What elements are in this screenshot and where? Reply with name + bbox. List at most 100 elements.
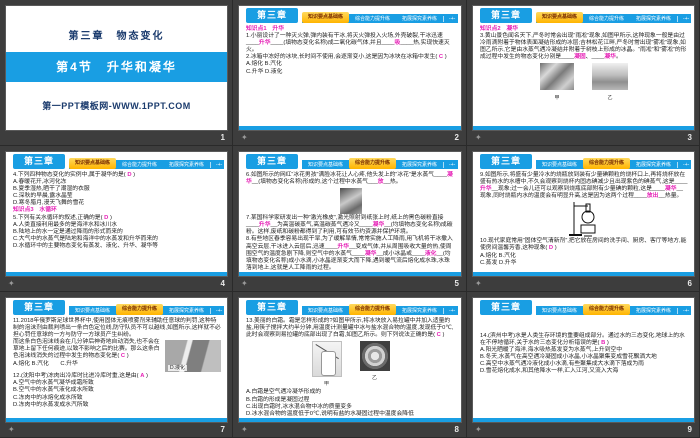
chapter-badge: 第三章 <box>246 154 298 169</box>
cover-chapter-title: 第三章 物态变化 <box>68 31 165 42</box>
tab-ability-practice: 综合能力提升练 <box>349 158 397 169</box>
slide-header: 第三章 知识要点基础练 综合能力提升练 拓展探究素养练 -+- <box>6 152 227 170</box>
slide-thumbnail-5[interactable]: 第三章 知识要点基础练 综合能力提升练 拓展探究素养练 -+- 6.如图所示的网… <box>233 146 467 292</box>
option-line: D.冰水混合物的温度低于0℃,说明有盐的水凝固过程中温度会降低 <box>246 410 414 417</box>
chapter-badge: 第三章 <box>480 8 532 23</box>
slide-body: 13.美丽的白霜。霜是怎样形成的?如图甲所示,将冰块放入易拉罐中并加入适量的盐,… <box>239 316 461 418</box>
slide-thumbnail-8[interactable]: 第三章 知识要点基础练 综合能力提升练 拓展探究素养练 -+- 13.美丽的白霜… <box>233 292 467 438</box>
slide-9-canvas[interactable]: 第三章 知识要点基础练 综合能力提升练 拓展探究素养练 -+- 14.(滨州中考… <box>473 298 694 422</box>
tab-basic-practice: 知识要点基础练 <box>536 12 584 23</box>
tab-basic-practice: 知识要点基础练 <box>69 158 117 169</box>
chapter-badge: 第三章 <box>13 300 65 315</box>
option-line: A.白霜是空气遇冷凝华形成的 <box>246 389 322 396</box>
cover-section-banner: 第4节 升华和凝华 <box>6 52 227 82</box>
slide-2-canvas[interactable]: 第三章 知识要点基础练 综合能力提升练 拓展探究素养练 -+- 知识点1 升华 … <box>239 6 461 130</box>
iodine-experiment-diagram <box>569 202 596 237</box>
slide-body: 11.2018年俄罗斯足球世界杯中,使用固体无痕喷雾剂来辅助任意球的判罚,这种特… <box>6 316 227 409</box>
slide-thumbnail-6[interactable]: 第三章 知识要点基础练 综合能力提升练 拓展探究素养练 -+- 9.如图所示,将… <box>467 146 700 292</box>
chapter-badge: 第三章 <box>13 154 65 169</box>
slide-5-canvas[interactable]: 第三章 知识要点基础练 综合能力提升练 拓展探究素养练 -+- 6.如图所示的网… <box>239 152 461 276</box>
option-line: C.冻肉中的冰熔化成水所致 <box>13 394 83 401</box>
tab-ability-practice: 综合能力提升练 <box>589 16 625 22</box>
slide-7-canvas[interactable]: 第三章 知识要点基础练 综合能力提升练 拓展探究素养练 -+- 11.2018年… <box>6 298 227 422</box>
transition-star-icon: ✦ <box>475 425 482 434</box>
question-1-text: 1.小丽设计了一种灭火弹,弹内装有干冰,将灭火弹投入火场,外壳破裂,干冰迅速__… <box>246 33 450 54</box>
cover-site-credit: 第一PPT模板网-WWW.1PPT.COM <box>42 101 191 111</box>
slide-6-canvas[interactable]: 第三章 知识要点基础练 综合能力提升练 拓展探究素养练 -+- 9.如图所示,将… <box>473 152 694 276</box>
tab-bar: 知识要点基础练 综合能力提升练 拓展探究素养练 -+- <box>69 304 224 315</box>
slide-8-canvas[interactable]: 第三章 知识要点基础练 综合能力提升练 拓展探究素养练 -+- 13.美丽的白霜… <box>239 298 461 422</box>
slide-thumbnail-7[interactable]: 第三章 知识要点基础练 综合能力提升练 拓展探究素养练 -+- 11.2018年… <box>0 292 233 438</box>
tab-bar: 知识要点基础练 综合能力提升练 拓展探究素养练 -+- <box>69 158 227 169</box>
option-line: D.雪花熔化成水,和其他降水一样,汇入江河,又流入大海 <box>480 368 619 375</box>
header-ornament-icon: -+- <box>677 15 694 22</box>
slide-thumbnail-2[interactable]: 第三章 知识要点基础练 综合能力提升练 拓展探究素养练 -+- 知识点1 升华 … <box>233 0 467 146</box>
chapter-badge: 第三章 <box>246 300 298 315</box>
can-experiment-photo <box>311 341 342 378</box>
slide-thumbnail-4[interactable]: 第三章 知识要点基础练 综合能力提升练 拓展探究素养练 -+- 4.下列四种物态… <box>0 146 233 292</box>
header-ornament-icon: -+- <box>443 15 460 22</box>
question-8-text: 8.有些地区春季容易出现干旱,为了缓解旱情,常常实施人工降雨,用飞机将干冰撒入高… <box>246 236 453 271</box>
knowledge-point-label: 知识点3 水循环 <box>13 207 57 214</box>
tab-explore-practice: 拓展探究素养练 <box>636 162 672 168</box>
ice-boy-photo <box>339 188 362 215</box>
tab-basic-practice: 知识要点基础练 <box>75 308 111 314</box>
tab-bar: 知识要点基础练 综合能力提升练 拓展探究素养练 -+- <box>536 158 691 169</box>
tab-ability-practice: 综合能力提升练 <box>583 158 631 169</box>
tab-ability-practice: 综合能力提升练 <box>355 16 391 22</box>
figure-label: 乙 <box>371 375 377 382</box>
transition-star-icon: ✦ <box>8 425 15 434</box>
figure-jia: 甲 <box>311 341 342 388</box>
frost-can-bottom-photo <box>359 341 390 372</box>
question-11-wrap: D.液化 而这条白色泡沫线会在几分钟后神奇地自动消失,也不会在草地上留下任何痕迹… <box>13 339 221 373</box>
header-ornament-icon: -+- <box>210 161 227 168</box>
header-ornament-icon: -+- <box>443 161 460 168</box>
chapter-badge: 第三章 <box>480 154 532 169</box>
slide-thumbnail-1[interactable]: 第三章 物态变化 第4节 升华和凝华 第一PPT模板网-WWW.1PPT.COM… <box>0 0 233 146</box>
tab-explore-practice: 拓展探究素养练 <box>402 16 438 22</box>
slide-footer-bar <box>473 418 694 422</box>
rime-river-photo <box>592 63 628 91</box>
header-ornament-icon: -+- <box>677 307 694 314</box>
slide-body: 知识点2 凝华 3.黄山景色闻名天下,严冬时常会出现“雨凇”现象,如图甲所示,这… <box>473 24 694 102</box>
slide-header: 第三章 知识要点基础练 综合能力提升练 拓展探究素养练 -+- <box>239 298 461 316</box>
option-line: C.升华 D.液化 <box>246 68 283 75</box>
question-14-text: 14.(滨州中考)水是人类生存环境的重要组成部分。通过水的三态变化,地球上的水在… <box>480 333 685 347</box>
option-line: D.水循环中的主要物态变化有蒸发、液化、升华、凝华等 <box>13 242 158 249</box>
option-line: D.冻肉中的水蒸发成水汽所致 <box>13 401 89 408</box>
tab-bar: 知识要点基础练 综合能力提升练 拓展探究素养练 -+- <box>536 304 694 315</box>
question-6-text: 6.如图所示的网红“冰花男孩”满脸冰花让人心疼,他头发上的“冰花”是水蒸气___… <box>246 172 453 186</box>
can-shape <box>320 351 336 377</box>
figure-row: 甲 乙 <box>246 341 455 388</box>
tab-bar: 知识要点基础练 综合能力提升练 拓展探究素养练 -+- <box>302 158 460 169</box>
option-line: A.熔化 B.汽化 <box>246 61 282 68</box>
tab-explore-practice: 拓展探究素养练 <box>636 308 672 314</box>
chapter-badge: 第三章 <box>246 8 298 23</box>
tab-explore-practice: 拓展探究素养练 <box>636 16 672 22</box>
figure-yi: 乙 <box>592 63 628 101</box>
slide-number: 6 <box>687 279 692 288</box>
slide-thumbnail-3[interactable]: 第三章 知识要点基础练 综合能力提升练 拓展探究素养练 -+- 知识点2 凝华 … <box>467 0 700 146</box>
question-7-text: 7.某国科学家研发出一种“激光橡皮”,激光照射到纸张上时,纸上的黑色碳粉直接__… <box>246 215 453 236</box>
slide-header: 第三章 知识要点基础练 综合能力提升练 拓展探究素养练 -+- <box>473 6 694 24</box>
option-line: B.空气中的水蒸气液化成水所致 <box>13 387 94 394</box>
slide-number: 7 <box>220 425 225 434</box>
slide-body: 6.如图所示的网红“冰花男孩”满脸冰花让人心疼,他头发上的“冰花”是水蒸气___… <box>239 170 461 272</box>
tab-bar: 知识要点基础练 综合能力提升练 拓展探究素养练 -+- <box>302 304 458 315</box>
figure-row: 甲 乙 <box>480 63 688 101</box>
figure-yi: 乙 <box>359 341 390 388</box>
transition-star-icon: ✦ <box>241 425 248 434</box>
chapter-badge: 第三章 <box>480 300 532 315</box>
option-line: B.白霜的形成是凝固过程 <box>246 396 310 403</box>
option-line: B.陆地上的水一定是通过降雨的形式而来的 <box>13 228 123 235</box>
question-13-text: 13.美丽的白霜。霜是怎样形成的?如图甲所示,将冰块放入易拉罐中并加入适量的盐,… <box>246 318 454 339</box>
slide-number: 4 <box>220 279 225 288</box>
transition-star-icon: ✦ <box>475 133 482 142</box>
slide-footer-bar <box>6 418 227 422</box>
slide-4-canvas[interactable]: 第三章 知识要点基础练 综合能力提升练 拓展探究素养练 -+- 4.下列四种物态… <box>6 152 227 276</box>
slide-1-canvas[interactable]: 第三章 物态变化 第4节 升华和凝华 第一PPT模板网-WWW.1PPT.COM <box>6 6 227 130</box>
tab-bar: 知识要点基础练 综合能力提升练 拓展探究素养练 -+- <box>536 12 694 23</box>
slide-thumbnail-9[interactable]: 第三章 知识要点基础练 综合能力提升练 拓展探究素养练 -+- 14.(滨州中考… <box>467 292 700 438</box>
slide-3-canvas[interactable]: 第三章 知识要点基础练 综合能力提升练 拓展探究素养练 -+- 知识点2 凝华 … <box>473 6 694 130</box>
slide-footer-bar <box>6 272 227 276</box>
